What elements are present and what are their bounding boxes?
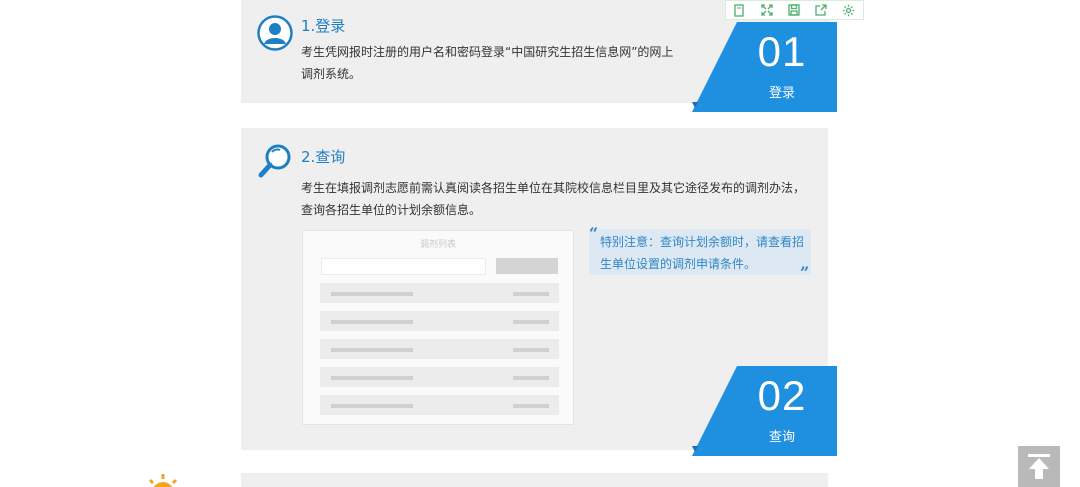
sun-icon	[142, 472, 184, 487]
preview-search-button	[496, 258, 558, 274]
copy-icon[interactable]	[730, 2, 748, 18]
back-to-top-button[interactable]	[1018, 446, 1060, 487]
search-icon	[257, 143, 293, 181]
step-desc-login: 考生凭网报时注册的用户名和密码登录“中国研究生招生信息网”的网上调剂系统。	[301, 45, 674, 81]
preview-row	[320, 367, 559, 387]
editor-toolbar	[725, 0, 864, 20]
arrow-up-icon	[1028, 454, 1050, 479]
step-badge-query: 02 查询	[692, 366, 837, 456]
fullscreen-icon[interactable]	[758, 2, 776, 18]
settings-icon[interactable]	[839, 2, 857, 18]
preview-row	[320, 311, 559, 331]
adjustment-list-preview: 调剂列表	[302, 230, 574, 425]
step-badge-label-login: 登录	[768, 86, 795, 101]
step-title-query: 2.查询	[301, 148, 346, 166]
step-desc-query: 考生在填报调剂志愿前需认真阅读各招生单位在其院校信息栏目里及其它途径发布的调剂办…	[301, 181, 806, 217]
preview-search-field	[321, 258, 486, 275]
step-badge-login: 01 登录	[692, 22, 837, 112]
open-quote-icon: “	[589, 224, 599, 243]
special-note-text: 特别注意：查询计划余额时，请查看招生单位设置的调剂申请条件。	[600, 235, 805, 271]
special-note: 特别注意：查询计划余额时，请查看招生单位设置的调剂申请条件。	[589, 229, 811, 275]
user-icon	[257, 15, 293, 51]
step-number-login: 01	[757, 28, 807, 75]
step-number-query: 02	[757, 372, 807, 419]
preview-row	[320, 395, 559, 415]
preview-row	[320, 339, 559, 359]
save-icon[interactable]	[785, 2, 803, 18]
preview-title: 调剂列表	[419, 240, 456, 250]
step-card-next	[241, 473, 828, 487]
page: 1.登录 考生凭网报时注册的用户名和密码登录“中国研究生招生信息网”的网上调剂系…	[0, 0, 1080, 487]
step-title-login: 1.登录	[301, 17, 346, 35]
step-badge-label-query: 查询	[768, 430, 795, 445]
share-icon[interactable]	[812, 2, 830, 18]
close-quote-icon: ”	[800, 263, 810, 282]
preview-row	[320, 283, 559, 303]
